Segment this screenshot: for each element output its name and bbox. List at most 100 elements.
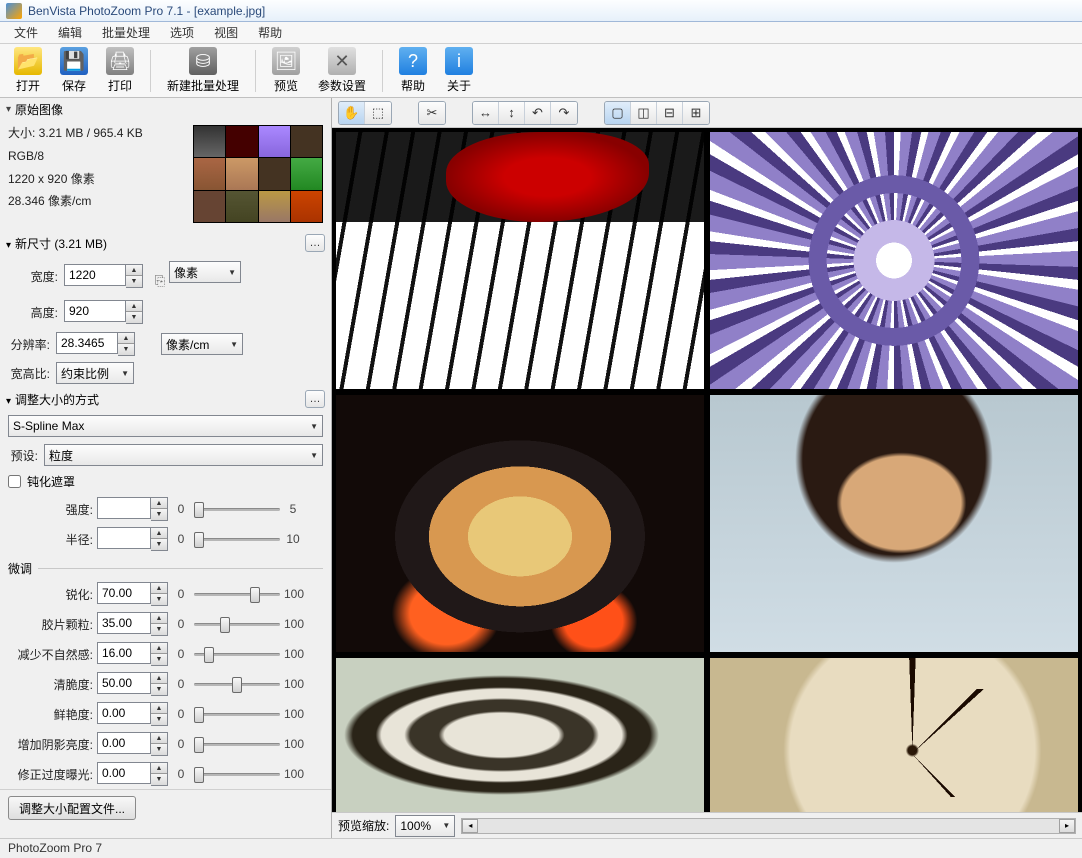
ratio-combo[interactable]: 约束比例▼ — [56, 362, 134, 384]
radius-down[interactable]: ▼ — [151, 539, 167, 550]
radius-up[interactable]: ▲ — [151, 528, 167, 539]
intensity-slider[interactable] — [194, 500, 280, 518]
width-up[interactable]: ▲ — [126, 265, 142, 276]
artifact-input[interactable] — [97, 642, 151, 664]
grain-down[interactable]: ▼ — [151, 624, 167, 635]
scroll-left-button[interactable]: ◂ — [462, 819, 478, 833]
titlebar: BenVista PhotoZoom Pro 7.1 - [example.jp… — [0, 0, 1082, 22]
method-options-button[interactable]: … — [305, 390, 325, 408]
grain-input[interactable] — [97, 612, 151, 634]
open-label: 打开 — [16, 77, 40, 94]
menu-edit[interactable]: 编辑 — [48, 22, 92, 43]
settings-button[interactable]: ✕参数设置 — [310, 44, 374, 97]
exposure-up[interactable]: ▲ — [151, 763, 167, 774]
newsize-options-button[interactable]: … — [305, 234, 325, 252]
exposure-input[interactable] — [97, 762, 151, 784]
grain-slider[interactable] — [194, 615, 280, 633]
menu-file[interactable]: 文件 — [4, 22, 48, 43]
exposure-down[interactable]: ▼ — [151, 774, 167, 785]
scroll-right-button[interactable]: ▸ — [1059, 819, 1075, 833]
sharpness-min: 0 — [172, 587, 190, 601]
view-single-button[interactable]: ▢ — [605, 102, 631, 124]
crop-tool-button[interactable]: ✂ — [419, 102, 445, 124]
shadow-up[interactable]: ▲ — [151, 733, 167, 744]
thumbnail[interactable] — [193, 125, 323, 223]
toolbar-separator — [150, 50, 151, 92]
batch-button[interactable]: ⛁新建批量处理 — [159, 44, 247, 97]
fine-tune-label: 微调 — [8, 560, 32, 577]
res-up[interactable]: ▲ — [118, 333, 134, 344]
panel-newsize-title: 新尺寸 (3.21 MB) — [15, 237, 107, 251]
menu-batch[interactable]: 批量处理 — [92, 22, 160, 43]
sidebar: ▾ 原始图像 大小: 3.21 MB / 965.4 KB RGB/8 1220… — [0, 98, 332, 838]
sharpness-slider[interactable] — [194, 585, 280, 603]
dimension-unit-combo[interactable]: 像素▼ — [169, 261, 241, 283]
resolution-unit-combo[interactable]: 像素/cm▼ — [161, 333, 243, 355]
sharpness-up[interactable]: ▲ — [151, 583, 167, 594]
height-up[interactable]: ▲ — [126, 301, 142, 312]
algorithm-combo[interactable]: S-Spline Max▼ — [8, 415, 323, 437]
select-tool-button[interactable]: ⬚ — [365, 102, 391, 124]
sharpness-input[interactable] — [97, 582, 151, 604]
link-aspect-icon[interactable]: ⎘ — [153, 261, 167, 301]
menu-help[interactable]: 帮助 — [248, 22, 292, 43]
crisp-down[interactable]: ▼ — [151, 684, 167, 695]
open-button[interactable]: 📂打开 — [6, 44, 50, 97]
intensity-up[interactable]: ▲ — [151, 498, 167, 509]
panel-original-header[interactable]: ▾ 原始图像 — [0, 98, 331, 121]
preview-button[interactable]: 🖼预览 — [264, 44, 308, 97]
grain-label: 胶片颗粒: — [8, 616, 93, 633]
crisp-slider[interactable] — [194, 675, 280, 693]
flip-v-button[interactable]: ↕ — [499, 102, 525, 124]
vivid-down[interactable]: ▼ — [151, 714, 167, 725]
radius-input[interactable] — [97, 527, 151, 549]
resize-profile-button[interactable]: 调整大小配置文件... — [8, 796, 136, 820]
view-split-v-button[interactable]: ◫ — [631, 102, 657, 124]
vivid-input[interactable] — [97, 702, 151, 724]
print-button[interactable]: 🖨打印 — [98, 44, 142, 97]
width-input[interactable] — [64, 264, 126, 286]
shadow-input[interactable] — [97, 732, 151, 754]
artifact-slider[interactable] — [194, 645, 280, 663]
horizontal-scrollbar[interactable]: ◂▸ — [461, 818, 1076, 834]
preset-combo[interactable]: 粒度▼ — [44, 444, 323, 466]
zoom-combo[interactable]: 100%▼ — [395, 815, 455, 837]
grain-up[interactable]: ▲ — [151, 613, 167, 624]
menu-view[interactable]: 视图 — [204, 22, 248, 43]
preview-tile — [336, 658, 704, 812]
resolution-input[interactable] — [56, 332, 118, 354]
view-split-h-button[interactable]: ⊟ — [657, 102, 683, 124]
intensity-down[interactable]: ▼ — [151, 509, 167, 520]
shadow-slider[interactable] — [194, 735, 280, 753]
preview-canvas[interactable] — [332, 128, 1082, 812]
res-down[interactable]: ▼ — [118, 344, 134, 355]
vivid-slider[interactable] — [194, 705, 280, 723]
shadow-down[interactable]: ▼ — [151, 744, 167, 755]
view-quad-button[interactable]: ⊞ — [683, 102, 709, 124]
sharpen-mask-checkbox[interactable] — [8, 475, 21, 488]
width-down[interactable]: ▼ — [126, 276, 142, 287]
sharpness-down[interactable]: ▼ — [151, 594, 167, 605]
pan-tool-button[interactable]: ✋ — [339, 102, 365, 124]
rotate-cw-button[interactable]: ↷ — [551, 102, 577, 124]
statusbar: PhotoZoom Pro 7 — [0, 838, 1082, 858]
height-down[interactable]: ▼ — [126, 312, 142, 323]
about-button[interactable]: i关于 — [437, 44, 481, 97]
height-input[interactable] — [64, 300, 126, 322]
radius-slider[interactable] — [194, 530, 280, 548]
save-button[interactable]: 💾保存 — [52, 44, 96, 97]
artifact-down[interactable]: ▼ — [151, 654, 167, 665]
intensity-input[interactable] — [97, 497, 151, 519]
rotate-ccw-button[interactable]: ↶ — [525, 102, 551, 124]
flip-h-button[interactable]: ↔ — [473, 102, 499, 124]
crisp-input[interactable] — [97, 672, 151, 694]
help-button[interactable]: ?帮助 — [391, 44, 435, 97]
artifact-up[interactable]: ▲ — [151, 643, 167, 654]
crisp-up[interactable]: ▲ — [151, 673, 167, 684]
original-res: 28.346 像素/cm — [8, 193, 185, 210]
exposure-slider[interactable] — [194, 765, 280, 783]
vivid-up[interactable]: ▲ — [151, 703, 167, 714]
shadow-min: 0 — [172, 737, 190, 751]
original-mode: RGB/8 — [8, 148, 185, 165]
menu-options[interactable]: 选项 — [160, 22, 204, 43]
